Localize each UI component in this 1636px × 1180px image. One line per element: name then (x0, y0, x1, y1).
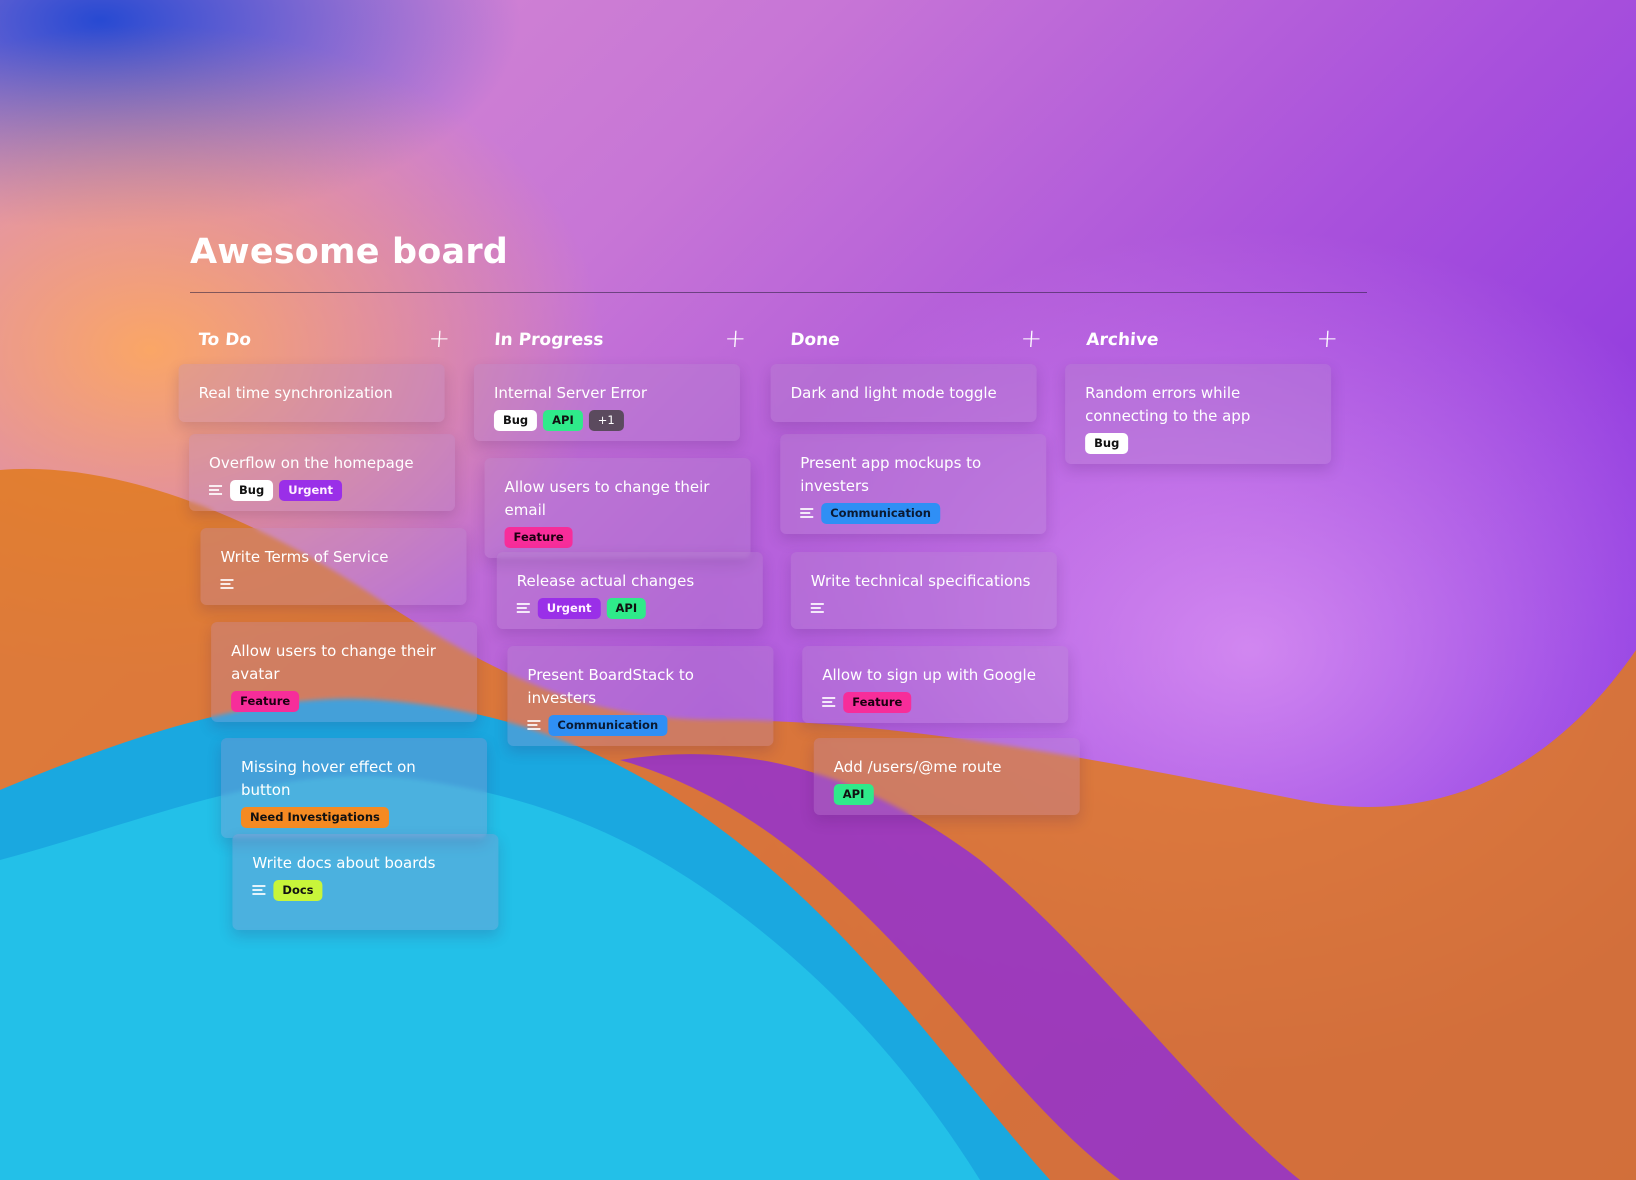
card[interactable]: Missing hover effect on button Need Inves… (220, 738, 487, 838)
column-header: To Do + (181, 324, 453, 355)
tag-communication[interactable]: Communication (548, 714, 668, 736)
description-icon (516, 603, 530, 613)
card[interactable]: Write technical specifications (790, 552, 1057, 629)
card[interactable]: Write Terms of Service (200, 528, 467, 605)
card-title: Overflow on the homepage (209, 454, 414, 472)
card-title: Allow to sign up with Google (822, 666, 1036, 684)
card-title: Write technical specifications (810, 572, 1031, 590)
card-title: Allow users to change their email (504, 478, 710, 519)
card-title: Present BoardStack to investers (527, 666, 694, 707)
description-icon (822, 697, 836, 707)
card[interactable]: Overflow on the homepage Bug Urgent (189, 434, 456, 511)
add-card-button[interactable]: + (1313, 324, 1341, 354)
column-title: In Progress (493, 330, 605, 350)
card-meta: Feature (231, 690, 459, 712)
card-title: Write docs about boards (252, 854, 436, 872)
card-meta: Feature (504, 526, 733, 548)
card[interactable]: Random errors while connecting to the ap… (1065, 364, 1332, 464)
tag-urgent[interactable]: Urgent (537, 597, 601, 619)
card-title: Real time synchronization (198, 384, 393, 402)
description-icon (220, 579, 234, 589)
tag-communication[interactable]: Communication (821, 502, 940, 524)
more-tags-badge[interactable]: +1 (588, 409, 624, 431)
add-card-button[interactable]: + (1017, 324, 1045, 354)
card-title: Allow users to change their avatar (231, 642, 436, 683)
tag-api[interactable]: API (606, 597, 647, 619)
card[interactable]: Allow users to change their email Feature (484, 458, 751, 558)
card[interactable]: Allow users to change their avatar Featur… (211, 622, 478, 722)
card-meta: Bug Urgent (209, 479, 437, 501)
card-title: Release actual changes (516, 572, 695, 590)
description-icon (800, 508, 814, 518)
card-meta (220, 573, 448, 595)
card[interactable]: Present BoardStack to investers Communica… (507, 646, 774, 746)
card-title: Write Terms of Service (220, 548, 389, 566)
column-header: Archive + (1069, 324, 1341, 355)
tag-api[interactable]: API (543, 409, 583, 431)
card-meta: Bug (1085, 432, 1313, 454)
card-title: Random errors while connecting to the ap… (1085, 384, 1251, 425)
tag-feature[interactable]: Feature (843, 691, 912, 713)
description-icon (209, 485, 223, 495)
card-meta: Docs (252, 879, 480, 901)
add-card-button[interactable]: + (721, 324, 749, 354)
card-meta: Bug API +1 (493, 409, 722, 431)
title-divider (190, 292, 1367, 293)
column-title: Done (789, 330, 841, 350)
card-meta: Communication (800, 502, 1028, 524)
description-icon (252, 885, 266, 895)
add-card-button[interactable]: + (425, 324, 453, 354)
tag-feature[interactable]: Feature (504, 526, 573, 548)
card-meta: Feature (822, 691, 1050, 713)
tag-docs[interactable]: Docs (273, 879, 323, 901)
card-meta: Urgent API (516, 597, 745, 619)
tag-api[interactable]: API (833, 783, 874, 805)
column-header: In Progress + (477, 324, 749, 355)
card-meta: API (833, 783, 1062, 805)
tag-need-investigations[interactable]: Need Investigations (240, 806, 389, 828)
card-title: Present app mockups to investers (800, 454, 982, 495)
column-title: Archive (1085, 330, 1160, 350)
card[interactable]: Real time synchronization (178, 364, 445, 422)
card-title: Dark and light mode toggle (790, 384, 997, 402)
card-meta: Communication (527, 714, 755, 736)
card[interactable]: Dark and light mode toggle (770, 364, 1037, 422)
description-icon (810, 603, 824, 613)
card-title: Internal Server Error (493, 384, 648, 402)
card[interactable]: Write docs about boards Docs (232, 834, 499, 930)
tag-bug[interactable]: Bug (1085, 432, 1129, 454)
board-title: Awesome board (190, 232, 509, 272)
card[interactable]: Release actual changes Urgent API (496, 552, 763, 629)
card-title: Add /users/@me route (833, 758, 1002, 776)
card[interactable]: Allow to sign up with Google Feature (802, 646, 1069, 723)
column-header: Done + (773, 324, 1045, 355)
card-meta: Need Investigations (240, 806, 469, 828)
tag-urgent[interactable]: Urgent (279, 479, 342, 501)
card-meta (810, 597, 1039, 619)
tag-bug[interactable]: Bug (230, 479, 274, 501)
tag-bug[interactable]: Bug (493, 409, 538, 431)
description-icon (527, 720, 541, 730)
column-title: To Do (197, 330, 252, 350)
card[interactable]: Present app mockups to investers Communic… (780, 434, 1047, 534)
card-title: Missing hover effect on button (240, 758, 416, 799)
tag-feature[interactable]: Feature (231, 690, 300, 712)
card[interactable]: Add /users/@me route API (813, 738, 1080, 815)
card[interactable]: Internal Server Error Bug API +1 (473, 364, 740, 441)
